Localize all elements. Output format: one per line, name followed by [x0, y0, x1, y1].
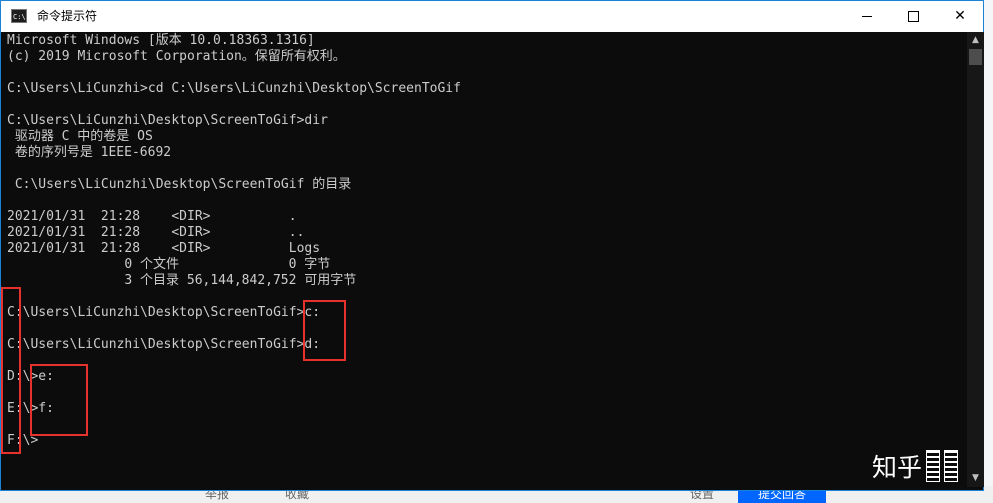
highlight-box-drive-commands [303, 300, 346, 361]
console-line: 0 个文件 0 字节 [7, 257, 331, 272]
console-line: 3 个目录 56,144,842,752 可用字节 [7, 273, 357, 288]
cmd-app-icon: C:\ [11, 9, 27, 23]
console-line: C:\Users\LiCunzhi\Desktop\ScreenToGif>d: [7, 337, 321, 352]
watermark-tag-icon [926, 450, 941, 482]
scroll-up-arrow-icon[interactable]: ▲ [967, 32, 984, 49]
minimize-icon [862, 15, 872, 17]
highlight-box-drive-switch [30, 364, 88, 436]
minimize-button[interactable] [844, 1, 890, 32]
console-line: 卷的序列号是 1EEE-6692 [7, 145, 172, 160]
window-title: 命令提示符 [37, 9, 98, 23]
console-line: Microsoft Windows [版本 10.0.18363.1316] [7, 33, 315, 48]
close-icon: ✕ [954, 8, 966, 24]
scrollbar-thumb[interactable] [969, 49, 982, 65]
console-line: 2021/01/31 21:28 <DIR> Logs [7, 241, 321, 256]
console-line: C:\Users\LiCunzhi\Desktop\ScreenToGif>di… [7, 113, 328, 128]
watermark-tag-icon [944, 450, 959, 482]
console-line: C:\Users\LiCunzhi>cd C:\Users\LiCunzhi\D… [7, 81, 461, 96]
maximize-icon [907, 10, 919, 22]
background-app-edge [984, 0, 993, 503]
cmd-window: C:\ 命令提示符 ✕ Microsoft Windows [版本 10.0.1… [0, 0, 984, 491]
console-line: 2021/01/31 21:28 <DIR> .. [7, 225, 305, 240]
watermark-text: 知乎 [872, 453, 923, 482]
console-line: C:\Users\LiCunzhi\Desktop\ScreenToGif>c: [7, 305, 321, 320]
console-line: 驱动器 C 中的卷是 OS [7, 129, 153, 144]
console-line: C:\Users\LiCunzhi\Desktop\ScreenToGif 的目… [7, 177, 352, 192]
title-bar[interactable]: C:\ 命令提示符 ✕ [1, 1, 983, 32]
console-line: 2021/01/31 21:28 <DIR> . [7, 209, 297, 224]
maximize-button[interactable] [890, 1, 936, 32]
close-button[interactable]: ✕ [937, 1, 983, 32]
scroll-down-arrow-icon[interactable]: ▼ [967, 470, 984, 487]
zhihu-watermark: 知乎 [872, 446, 959, 486]
console-output[interactable]: Microsoft Windows [版本 10.0.18363.1316] (c… [7, 32, 965, 487]
highlight-box-drive-prompts [1, 287, 21, 454]
vertical-scrollbar[interactable]: ▲ ▼ [967, 32, 984, 487]
console-line: (c) 2019 Microsoft Corporation。保留所有权利。 [7, 49, 346, 64]
